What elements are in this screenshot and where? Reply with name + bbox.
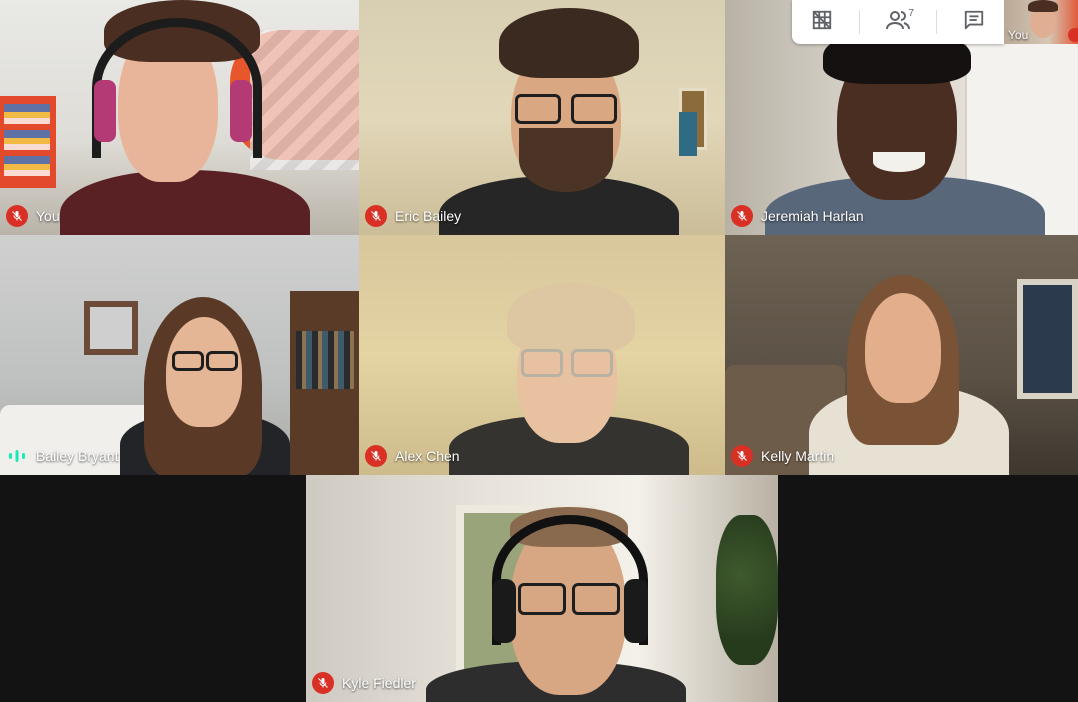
self-view-hair [1028, 0, 1058, 12]
person-face [865, 293, 941, 403]
plant [716, 515, 778, 665]
staircase [250, 30, 359, 170]
chat-icon [963, 9, 985, 36]
participants-button[interactable]: 7 [876, 4, 920, 40]
glasses [515, 94, 561, 124]
audio-level-icon [6, 445, 28, 467]
change-layout-button[interactable] [800, 4, 844, 40]
smile [873, 152, 925, 172]
participant-name: You [36, 208, 60, 224]
mic-off-icon [731, 445, 753, 467]
participant-name: Alex Chen [395, 448, 460, 464]
beard [519, 128, 613, 192]
glasses [571, 349, 613, 377]
control-divider [859, 10, 861, 34]
participant-name: Eric Bailey [395, 208, 462, 224]
participant-name: Kyle Fiedler [342, 675, 416, 691]
mic-off-icon [312, 672, 334, 694]
wall-picture-small [679, 112, 697, 156]
headphone-cup-right [624, 579, 648, 643]
self-view-thumbnail[interactable]: You [1004, 0, 1078, 44]
glasses [521, 349, 563, 377]
person-hair [507, 283, 635, 353]
glasses [572, 583, 620, 615]
participant-tile-you[interactable]: You [0, 0, 359, 235]
participant-tile-kelly-martin[interactable]: Kelly Martin [725, 235, 1078, 475]
headphone-cup-left [492, 579, 516, 643]
chat-button[interactable] [952, 4, 996, 40]
window [1017, 279, 1078, 399]
mic-off-icon [365, 205, 387, 227]
mic-off-icon [731, 205, 753, 227]
wall-mirror [84, 301, 138, 355]
bookshelf-books [4, 104, 50, 180]
name-tag: Bailey Bryant [6, 445, 118, 467]
self-view-label: You [1008, 28, 1029, 42]
participant-name: Jeremiah Harlan [761, 208, 864, 224]
mic-off-icon [1068, 28, 1078, 42]
participant-tile-kyle-fiedler[interactable]: Kyle Fiedler [306, 475, 778, 702]
headphone-cup-right [230, 80, 252, 142]
name-tag: Kyle Fiedler [312, 672, 416, 694]
control-divider [935, 10, 937, 34]
participant-tile-alex-chen[interactable]: Alex Chen [359, 235, 725, 475]
participant-count: 7 [908, 8, 914, 19]
people-icon [885, 9, 910, 36]
bookcase-books [296, 331, 354, 389]
headphone-cup-left [94, 80, 116, 142]
glasses [206, 351, 238, 371]
participant-tile-eric-bailey[interactable]: Eric Bailey [359, 0, 725, 235]
participant-name: Bailey Bryant [36, 448, 119, 464]
person-hair [499, 8, 639, 78]
person-face [166, 317, 242, 427]
meeting-stage: You Eric Bailey Jeremiah Harlan Bailey B… [0, 0, 1078, 702]
glasses [571, 94, 617, 124]
name-tag: Alex Chen [365, 445, 460, 467]
name-tag: You [6, 205, 60, 227]
name-tag: Kelly Martin [731, 445, 834, 467]
glasses [518, 583, 566, 615]
name-tag: Jeremiah Harlan [731, 205, 864, 227]
participant-name: Kelly Martin [761, 448, 835, 464]
mic-off-icon [365, 445, 387, 467]
grid-icon [811, 9, 833, 36]
glasses [172, 351, 204, 371]
meeting-controls: 7 [792, 0, 1004, 44]
name-tag: Eric Bailey [365, 205, 461, 227]
mic-off-icon [6, 205, 28, 227]
participant-tile-bailey-bryant[interactable]: Bailey Bryant [0, 235, 359, 475]
